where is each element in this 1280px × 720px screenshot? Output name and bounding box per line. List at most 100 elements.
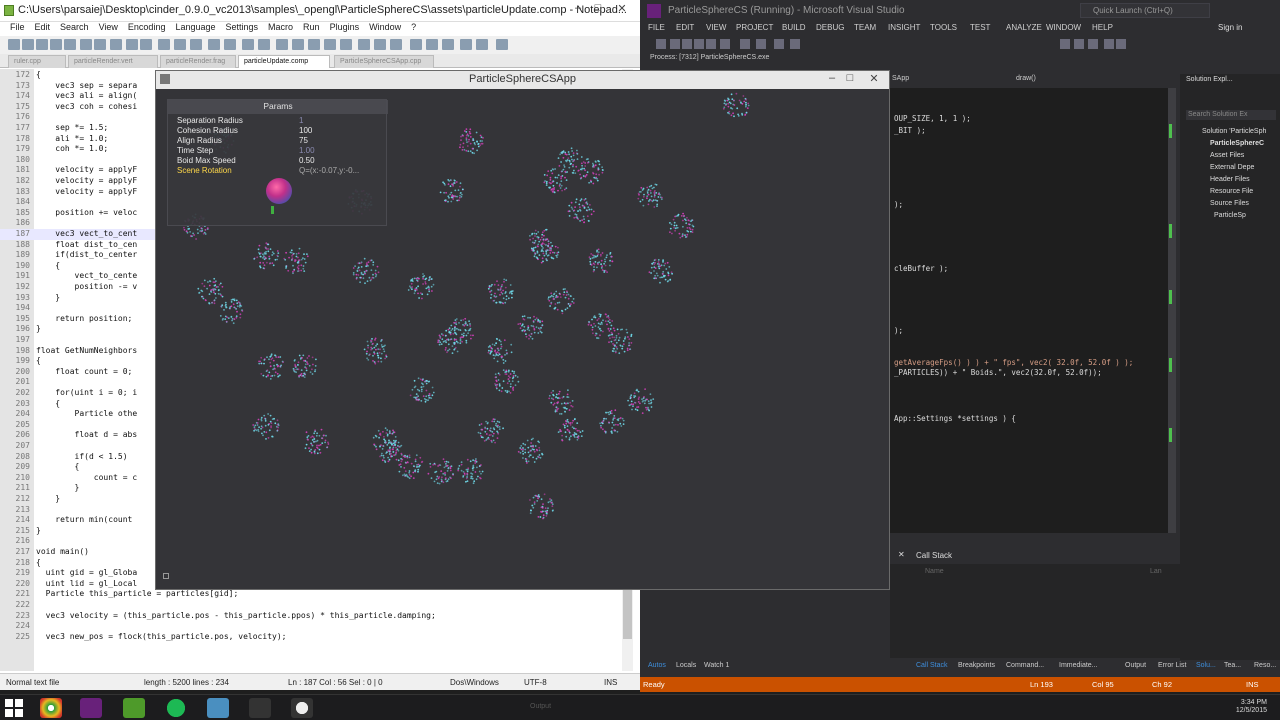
vs-toolbar-icon[interactable]	[756, 39, 766, 49]
vs-toolbar-icon[interactable]	[1088, 39, 1098, 49]
column-name[interactable]: Name	[925, 568, 944, 575]
param-row[interactable]: Boid Max Speed 0.50	[177, 156, 382, 166]
vs-menu-item[interactable]: WINDOW	[1046, 23, 1081, 32]
toolbar-button-icon[interactable]	[276, 39, 288, 50]
param-row[interactable]: Scene Rotation Q=(x:-0.07,y:-0...	[177, 166, 382, 176]
solution-tree-item[interactable]: Resource File	[1210, 188, 1253, 195]
params-panel[interactable]: Params Separation Radius 1 Cohesion Radius…	[167, 99, 388, 226]
vs-menu-item[interactable]: ANALYZE	[1006, 23, 1042, 32]
nav-method-dropdown[interactable]: draw()	[1016, 75, 1036, 82]
toolbar-button-icon[interactable]	[22, 39, 34, 50]
param-value[interactable]: 75	[299, 136, 308, 145]
vs-toolbar-icon[interactable]	[1116, 39, 1126, 49]
npp-menu-item[interactable]: Encoding	[128, 22, 166, 32]
file-tab[interactable]: particleRender.frag	[160, 55, 236, 68]
vs-menu-item[interactable]: BUILD	[782, 23, 806, 32]
maximize-icon[interactable]: □	[590, 2, 606, 14]
vs-titlebar[interactable]: ParticleSphereCS (Running) - Microsoft V…	[640, 0, 1280, 22]
vs-toolbar-icon[interactable]	[1104, 39, 1114, 49]
toolbar-button-icon[interactable]	[340, 39, 352, 50]
solution-tree-item[interactable]: External Depe	[1210, 164, 1254, 171]
minimize-icon[interactable]: –	[570, 2, 586, 14]
npp-menu-item[interactable]: Window	[369, 22, 401, 32]
npp-menu-item[interactable]: Search	[60, 22, 89, 32]
toolbar-button-icon[interactable]	[374, 39, 386, 50]
toolbar-button-icon[interactable]	[358, 39, 370, 50]
toolbar-button-icon[interactable]	[426, 39, 438, 50]
toolbar-button-icon[interactable]	[208, 39, 220, 50]
param-value[interactable]: 100	[299, 126, 312, 135]
toolbar-button-icon[interactable]	[64, 39, 76, 50]
tool-window-tab[interactable]: Reso...	[1254, 662, 1276, 669]
vs-toolbar-icon[interactable]	[1074, 39, 1084, 49]
vs-menu-item[interactable]: DEBUG	[816, 23, 844, 32]
solution-search-input[interactable]: Search Solution Ex	[1186, 110, 1276, 120]
tool-window-tab[interactable]: Autos	[648, 662, 666, 669]
nav-class-dropdown[interactable]: SApp	[892, 75, 909, 82]
toolbar-button-icon[interactable]	[410, 39, 422, 50]
toolbar-button-icon[interactable]	[174, 39, 186, 50]
vs-toolbar-icon[interactable]	[740, 39, 750, 49]
toolbar-button-icon[interactable]	[224, 39, 236, 50]
file-tab[interactable]: ruler.cpp	[8, 55, 66, 68]
param-value[interactable]: 1.00	[299, 146, 315, 155]
toolbar-button-icon[interactable]	[110, 39, 122, 50]
toolbar-button-icon[interactable]	[242, 39, 254, 50]
param-row[interactable]: Cohesion Radius 100	[177, 126, 382, 136]
windows-start-icon[interactable]	[5, 699, 23, 717]
vs-menu-item[interactable]: EDIT	[676, 23, 694, 32]
notepadpp-titlebar[interactable]: C:\Users\parsaiej\Desktop\cinder_0.9.0_v…	[0, 0, 640, 22]
tool-window-tab[interactable]: Breakpoints	[958, 662, 995, 669]
solution-tree-item[interactable]: Solution 'ParticleSph	[1202, 128, 1266, 135]
spotify-icon[interactable]	[165, 698, 187, 718]
vs-code-editor[interactable]: OUP_SIZE, 1, 1 ); _BIT );); cleBuffer ););…	[890, 88, 1168, 533]
close-icon[interactable]: ✕	[866, 72, 882, 85]
toolbar-button-icon[interactable]	[50, 39, 62, 50]
toolbar-button-icon[interactable]	[476, 39, 488, 50]
solution-tree-item[interactable]: Source Files	[1210, 200, 1249, 207]
rotation-sphere-widget[interactable]	[266, 178, 292, 204]
tool-window-tab[interactable]: Error List	[1158, 662, 1186, 669]
vs-menu-item[interactable]: PROJECT	[736, 23, 773, 32]
toolbar-button-icon[interactable]	[36, 39, 48, 50]
tool-window-tab[interactable]: Immediate...	[1059, 662, 1098, 669]
minimize-icon[interactable]: –	[824, 72, 840, 84]
close-icon[interactable]: ✕	[898, 550, 905, 559]
particle-app-titlebar[interactable]: ParticleSphereCSApp – □ ✕	[156, 71, 889, 89]
vs-toolbar-icon[interactable]	[656, 39, 666, 49]
notepadpp-icon[interactable]	[123, 698, 145, 718]
toolbar-button-icon[interactable]	[460, 39, 472, 50]
toolbar-button-icon[interactable]	[258, 39, 270, 50]
file-tab[interactable]: particleRender.vert	[68, 55, 158, 68]
solution-tree-item[interactable]: ParticleSphereC	[1210, 140, 1264, 147]
column-language[interactable]: Lan	[1150, 568, 1162, 575]
npp-menu-item[interactable]: Settings	[226, 22, 259, 32]
file-explorer-icon[interactable]	[207, 698, 229, 718]
toolbar-button-icon[interactable]	[94, 39, 106, 50]
unity-icon[interactable]	[291, 698, 313, 718]
toolbar-button-icon[interactable]	[190, 39, 202, 50]
npp-menu-item[interactable]: View	[99, 22, 118, 32]
vs-menu-item[interactable]: TEST	[970, 23, 990, 32]
quick-launch-input[interactable]: Quick Launch (Ctrl+Q)	[1080, 3, 1210, 18]
resize-icon[interactable]	[163, 573, 169, 579]
npp-menu-item[interactable]: File	[10, 22, 25, 32]
param-value[interactable]: 0.50	[299, 156, 315, 165]
solution-tree-item[interactable]: ParticleSp	[1214, 212, 1246, 219]
npp-menu-item[interactable]: Macro	[268, 22, 293, 32]
npp-menu-item[interactable]: Edit	[35, 22, 51, 32]
toolbar-button-icon[interactable]	[496, 39, 508, 50]
sign-in-link[interactable]: Sign in	[1218, 23, 1242, 32]
toolbar-button-icon[interactable]	[324, 39, 336, 50]
file-tab[interactable]: ParticleSphereCSApp.cpp	[334, 55, 434, 68]
vs-toolbar-icon[interactable]	[694, 39, 704, 49]
tool-window-tab[interactable]: Tea...	[1224, 662, 1241, 669]
toolbar-button-icon[interactable]	[158, 39, 170, 50]
scrollbar-thumb[interactable]	[623, 589, 632, 639]
npp-menu-item[interactable]: ?	[411, 22, 416, 32]
vs-toolbar-icon[interactable]	[1060, 39, 1070, 49]
toolbar-button-icon[interactable]	[292, 39, 304, 50]
tool-window-tab[interactable]: Call Stack	[916, 662, 948, 669]
maximize-icon[interactable]: □	[842, 72, 858, 84]
toolbar-button-icon[interactable]	[80, 39, 92, 50]
